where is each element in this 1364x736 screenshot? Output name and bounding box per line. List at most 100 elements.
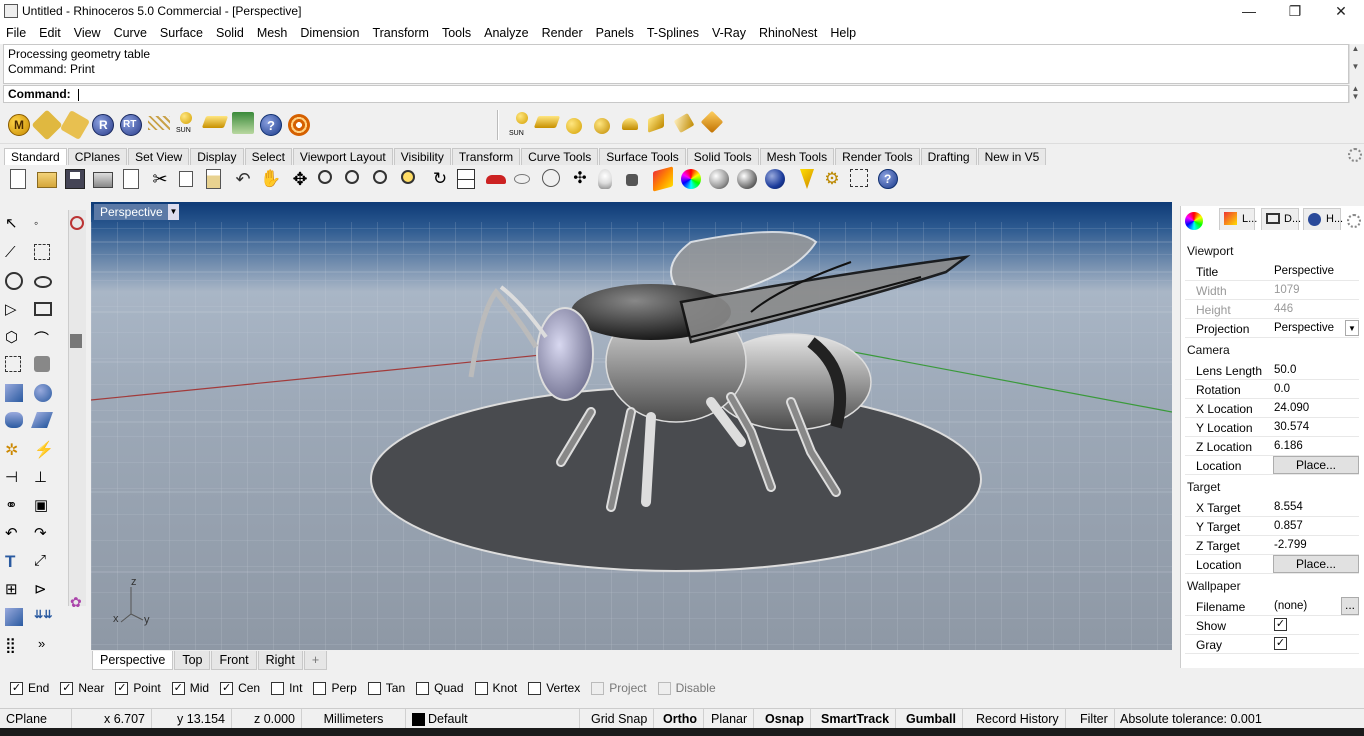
cylinder-icon[interactable]	[5, 412, 23, 428]
print-icon[interactable]	[93, 172, 113, 188]
osnap-mid[interactable]: ✓ Mid	[171, 681, 209, 695]
sphere-icon[interactable]	[34, 384, 52, 402]
chevron-down-icon[interactable]: ▼	[1345, 320, 1359, 336]
grid-snap-toggle[interactable]: Grid Snap	[585, 709, 655, 729]
freeform-icon[interactable]: ⌒	[34, 328, 54, 348]
close-button[interactable]: ✕	[1318, 0, 1364, 22]
boolean-icon[interactable]: ▣	[34, 496, 54, 516]
z-target-value[interactable]: -2.799	[1274, 539, 1307, 551]
sun-icon[interactable]	[180, 112, 192, 124]
text-icon[interactable]: T	[5, 552, 25, 572]
texture-icon[interactable]	[59, 109, 91, 141]
linear-light-icon[interactable]	[673, 112, 695, 134]
material-icon[interactable]	[31, 109, 63, 141]
render-sphere-icon[interactable]	[737, 169, 757, 189]
osnap-checkbox[interactable]	[313, 681, 327, 695]
light-tools-icon[interactable]: ⚡	[34, 440, 54, 460]
viewport-menu-dropdown[interactable]: ▼	[168, 204, 179, 220]
add-viewport-button[interactable]: +	[303, 651, 328, 670]
box-icon[interactable]	[5, 384, 23, 402]
render-icon[interactable]: R	[92, 114, 114, 136]
maximize-button[interactable]: ❐	[1272, 0, 1318, 22]
menu-file[interactable]: File	[6, 26, 26, 40]
point-icon[interactable]: ◦	[34, 216, 54, 236]
osnap-near[interactable]: ✓ Near	[60, 681, 104, 695]
gray-checkbox[interactable]: ✓	[1274, 637, 1287, 650]
menu-tools[interactable]: Tools	[442, 26, 471, 40]
y-location-value[interactable]: 30.574	[1274, 421, 1309, 433]
raytrace-icon[interactable]: RT	[120, 114, 142, 136]
osnap-checkbox[interactable]	[528, 681, 542, 695]
osnap-toggle[interactable]: Osnap	[759, 709, 811, 729]
filename-value[interactable]: (none)	[1274, 600, 1307, 612]
cplane-status[interactable]: CPlane	[0, 709, 72, 729]
panel-gear-icon[interactable]	[1347, 214, 1361, 228]
tab-mesh-tools[interactable]: Mesh Tools	[759, 148, 835, 165]
menu-help[interactable]: Help	[830, 26, 856, 40]
display-tab[interactable]: D...	[1261, 208, 1301, 230]
vtab-right[interactable]: Right	[257, 651, 303, 670]
curve-icon[interactable]	[34, 244, 50, 260]
osnap-checkbox[interactable]	[416, 681, 430, 695]
menu-tsplines[interactable]: T-Splines	[647, 26, 699, 40]
import-icon[interactable]	[123, 169, 139, 189]
cut-icon[interactable]: ✂	[150, 169, 170, 189]
gumball-toggle[interactable]: Gumball	[900, 709, 964, 729]
zoom-selected-icon[interactable]	[401, 170, 415, 184]
osnap-quad[interactable]: Quad	[416, 681, 464, 695]
zoom-extents-icon[interactable]	[373, 170, 387, 184]
tab-select[interactable]: Select	[244, 148, 292, 165]
rectangular-light-icon[interactable]	[648, 113, 664, 133]
transform-tools-icon[interactable]: ⇊⇊	[34, 608, 54, 628]
browse-button[interactable]: ...	[1341, 597, 1359, 615]
osnap-checkbox[interactable]	[367, 681, 381, 695]
help-tab[interactable]: H...	[1303, 208, 1343, 230]
ground-plane-icon[interactable]	[148, 116, 170, 130]
plane-icon[interactable]	[31, 412, 53, 428]
tab-set-view[interactable]: Set View	[128, 148, 190, 165]
osnap-checkbox[interactable]	[271, 681, 285, 695]
rotate-view-icon[interactable]: ↻	[430, 169, 450, 189]
grid-snap-icon[interactable]: ✣	[570, 169, 590, 189]
lock-icon[interactable]	[626, 174, 638, 186]
tab-transform[interactable]: Transform	[451, 148, 521, 165]
osnap-checkbox[interactable]	[591, 681, 605, 695]
osnap-knot[interactable]: Knot	[474, 681, 517, 695]
menu-view[interactable]: View	[74, 26, 101, 40]
select-arrow-icon[interactable]: ↖	[5, 214, 25, 234]
projection-select[interactable]: Perspective	[1274, 322, 1334, 334]
x-location-value[interactable]: 24.090	[1274, 402, 1309, 414]
camera-place-button[interactable]: Place...	[1273, 456, 1359, 474]
open-folder-icon[interactable]	[37, 172, 57, 188]
vtab-top[interactable]: Top	[174, 651, 211, 670]
osnap-checkbox[interactable]: ✓	[115, 681, 129, 695]
zoom-icon[interactable]	[318, 170, 332, 184]
osnap-disable[interactable]: Disable	[657, 681, 716, 695]
arc-icon[interactable]: ▷	[5, 300, 25, 320]
trim-icon[interactable]: ⊣	[5, 468, 25, 488]
osnap-checkbox[interactable]	[474, 681, 488, 695]
material-sphere-icon[interactable]	[709, 169, 729, 189]
osnap-point[interactable]: ✓ Point	[115, 681, 161, 695]
command-spinner[interactable]: ▲ ▼	[1349, 85, 1361, 103]
osnap-project[interactable]: Project	[591, 681, 647, 695]
options-gear-icon[interactable]: ⚙	[822, 169, 842, 189]
material-editor-icon[interactable]: M	[8, 114, 30, 136]
spot-light-icon[interactable]	[594, 118, 610, 134]
light-icon[interactable]	[201, 116, 229, 128]
select-icon[interactable]	[542, 169, 560, 187]
tool-icon[interactable]	[70, 334, 82, 348]
osnap-vertex[interactable]: Vertex	[528, 681, 580, 695]
fillet-icon[interactable]: ↶	[5, 524, 25, 544]
menu-rhinonest[interactable]: RhinoNest	[759, 26, 817, 40]
vtab-perspective[interactable]: Perspective	[92, 651, 174, 670]
layer-icon[interactable]	[653, 166, 673, 192]
split-icon[interactable]: ⊥	[34, 468, 54, 488]
show-checkbox[interactable]: ✓	[1274, 618, 1287, 631]
osnap-checkbox[interactable]: ✓	[10, 681, 23, 695]
undo-icon[interactable]: ↶	[233, 169, 253, 189]
menu-surface[interactable]: Surface	[160, 26, 203, 40]
osnap-perp[interactable]: Perp	[313, 681, 357, 695]
tab-viewport-layout[interactable]: Viewport Layout	[292, 148, 393, 165]
record-history-toggle[interactable]: Record History	[970, 709, 1066, 729]
